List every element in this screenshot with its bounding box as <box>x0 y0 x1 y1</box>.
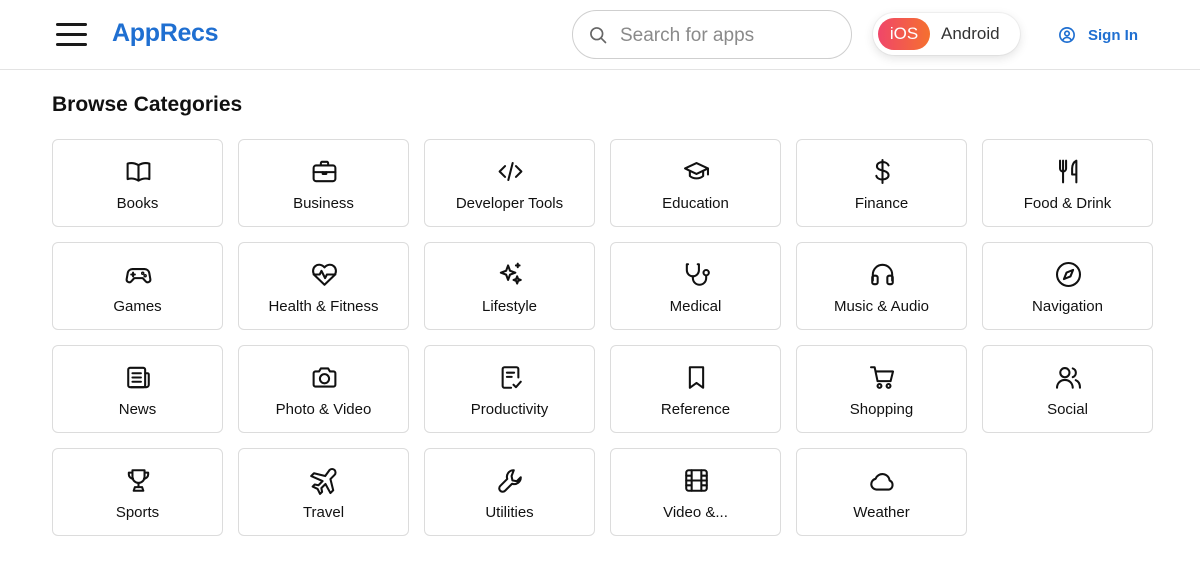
fork-knife-icon <box>1054 157 1083 186</box>
camera-icon <box>310 363 339 392</box>
newspaper-icon <box>124 363 153 392</box>
headphones-icon <box>868 260 897 289</box>
category-label: Navigation <box>1032 298 1103 315</box>
category-label: Weather <box>853 504 910 521</box>
trophy-icon <box>124 466 153 495</box>
category-tile[interactable]: Lifestyle <box>424 242 595 330</box>
category-label: Health & Fitness <box>268 298 379 315</box>
category-tile[interactable]: Food & Drink <box>982 139 1153 227</box>
book-open-icon <box>124 157 153 186</box>
hamburger-menu-icon[interactable] <box>56 22 88 46</box>
top-navbar: AppRecs iOS Android Sign In <box>0 0 1200 70</box>
category-label: Medical <box>669 298 722 315</box>
category-label: Video &... <box>663 504 728 521</box>
category-label: Social <box>1047 401 1088 418</box>
platform-toggle: iOS Android <box>873 13 1020 55</box>
category-tile[interactable]: Weather <box>796 448 967 536</box>
bookmark-icon <box>682 363 711 392</box>
search-input[interactable] <box>620 23 840 49</box>
category-tile[interactable]: Music & Audio <box>796 242 967 330</box>
wrench-icon <box>496 466 525 495</box>
gamepad-icon <box>124 260 153 289</box>
platform-android-button[interactable]: Android <box>941 18 1000 50</box>
page-title: Browse Categories <box>52 93 243 116</box>
category-label: Travel <box>302 504 345 521</box>
category-label: Sports <box>115 504 160 521</box>
stethoscope-icon <box>682 260 711 289</box>
heart-pulse-icon <box>310 260 339 289</box>
graduation-cap-icon <box>682 157 711 186</box>
category-tile[interactable]: Business <box>238 139 409 227</box>
cloud-icon <box>868 466 897 495</box>
category-tile[interactable]: Video &... <box>610 448 781 536</box>
users-icon <box>1054 363 1083 392</box>
dollar-sign-icon <box>868 157 897 186</box>
platform-ios-button[interactable]: iOS <box>878 18 930 50</box>
sparkles-icon <box>496 260 525 289</box>
search-bar[interactable] <box>572 10 852 59</box>
category-label: Developer Tools <box>455 195 564 212</box>
category-label: Utilities <box>485 504 534 521</box>
category-tile[interactable]: Reference <box>610 345 781 433</box>
category-label: Productivity <box>470 401 549 418</box>
category-tile[interactable]: Developer Tools <box>424 139 595 227</box>
category-tile[interactable]: Travel <box>238 448 409 536</box>
category-label: Education <box>662 195 729 212</box>
category-label: Business <box>293 195 354 212</box>
compass-icon <box>1054 260 1083 289</box>
category-label: Books <box>116 195 159 212</box>
category-label: News <box>118 401 157 418</box>
category-tile[interactable]: News <box>52 345 223 433</box>
search-icon <box>590 27 607 44</box>
shopping-cart-icon <box>868 363 897 392</box>
category-tile[interactable]: Education <box>610 139 781 227</box>
category-label: Lifestyle <box>481 298 538 315</box>
category-tile[interactable]: Photo & Video <box>238 345 409 433</box>
category-tile[interactable]: Health & Fitness <box>238 242 409 330</box>
category-tile[interactable]: Finance <box>796 139 967 227</box>
category-tile[interactable]: Shopping <box>796 345 967 433</box>
category-label: Finance <box>854 195 909 212</box>
briefcase-icon <box>310 157 339 186</box>
category-tile[interactable]: Utilities <box>424 448 595 536</box>
clipboard-check-icon <box>496 363 525 392</box>
category-tile[interactable]: Sports <box>52 448 223 536</box>
category-tile[interactable]: Books <box>52 139 223 227</box>
sign-in-label: Sign In <box>1088 26 1138 44</box>
app-logo[interactable]: AppRecs <box>112 19 219 48</box>
category-tile[interactable]: Productivity <box>424 345 595 433</box>
category-label: Shopping <box>849 401 914 418</box>
plane-icon <box>310 466 339 495</box>
user-circle-icon <box>1059 27 1075 43</box>
category-label: Music & Audio <box>833 298 930 315</box>
category-tile[interactable]: Navigation <box>982 242 1153 330</box>
category-label: Food & Drink <box>1023 195 1112 212</box>
film-icon <box>682 466 711 495</box>
category-label: Games <box>113 298 162 315</box>
category-tile[interactable]: Social <box>982 345 1153 433</box>
sign-in-button[interactable]: Sign In <box>1058 25 1138 45</box>
category-label: Reference <box>660 401 731 418</box>
code-icon <box>496 157 525 186</box>
category-tile[interactable]: Games <box>52 242 223 330</box>
category-label: Photo & Video <box>275 401 372 418</box>
category-tile[interactable]: Medical <box>610 242 781 330</box>
